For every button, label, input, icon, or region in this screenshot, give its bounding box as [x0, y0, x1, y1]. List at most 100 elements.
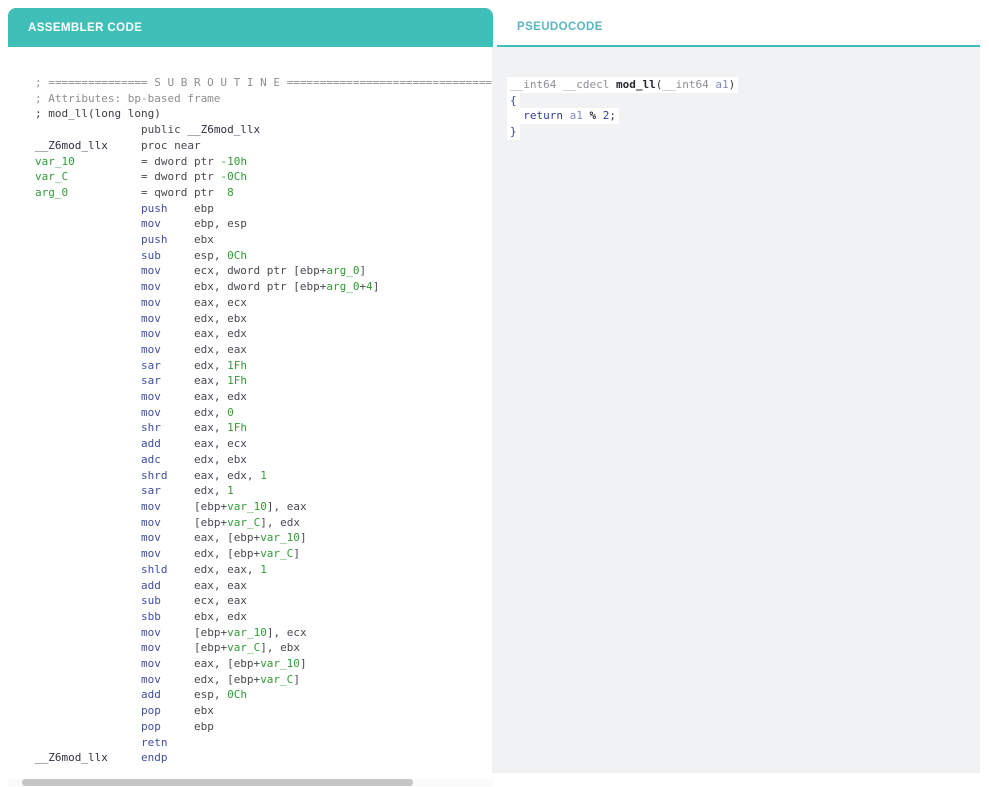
code-token: mov — [35, 327, 194, 341]
code-token: ], ecx — [266, 625, 307, 639]
code-token: edx, ebx — [193, 452, 247, 466]
highlighted-line: __int64 __cdecl mod_ll(__int64 a1) — [507, 77, 739, 93]
asm-line: mov edx, 0 — [35, 405, 493, 421]
code-token: ebx — [193, 704, 214, 718]
code-token: edx, [ebp+ — [193, 547, 261, 561]
asm-line: shrd eax, edx, 1 — [35, 468, 493, 484]
code-token: edx, [ebp+ — [193, 672, 261, 686]
code-token: endp — [107, 751, 168, 765]
code-token: ] — [299, 531, 307, 545]
asm-line: mov [ebp+var_C], ebx — [35, 640, 493, 656]
asm-line: mov edx, [ebp+var_C] — [35, 672, 493, 688]
scrollbar-thumb[interactable] — [22, 779, 413, 786]
code-token: ; =============== S U B R O U T I N E ==… — [35, 76, 493, 89]
code-token: var_10 — [227, 625, 267, 639]
code-token: edx, ebx — [193, 311, 247, 325]
pseudo-line: { — [507, 92, 980, 109]
code-token: __int64 — [662, 78, 716, 91]
code-token: var_C — [227, 515, 261, 529]
code-token: 1Fh — [227, 421, 247, 435]
asm-line: sub esp, 0Ch — [35, 248, 493, 264]
tab-pseudocode[interactable]: PSEUDOCODE — [497, 8, 980, 47]
code-token: sar — [35, 484, 194, 498]
asm-line: sar eax, 1Fh — [35, 373, 493, 389]
code-token: mod_ll — [615, 78, 656, 91]
code-token: ; Attributes: bp-based frame — [35, 91, 221, 105]
code-token: [ebp+ — [193, 499, 228, 513]
code-token: = dword ptr — [68, 170, 221, 184]
assembler-code-listing: ; =============== S U B R O U T I N E ==… — [8, 47, 493, 766]
code-token: var_10 — [227, 499, 267, 513]
code-token: mov — [35, 531, 194, 545]
pseudo-line: return a1 % 2; — [507, 108, 980, 125]
code-token: 1 — [260, 468, 267, 482]
code-token: adc — [35, 452, 194, 466]
tab-assembler-code[interactable]: ASSEMBLER CODE — [8, 8, 493, 47]
asm-line: sbb ebx, edx — [35, 609, 493, 625]
asm-line: sar edx, 1 — [35, 483, 493, 499]
code-token: proc near — [107, 138, 201, 152]
code-token: [ebp+ — [193, 625, 228, 639]
code-token: ], edx — [260, 515, 300, 529]
code-token: } — [510, 125, 517, 139]
code-token: push — [35, 201, 194, 215]
asm-line: ; =============== S U B R O U T I N E ==… — [35, 75, 493, 91]
code-token: mov — [35, 217, 194, 231]
code-token: return — [523, 109, 570, 123]
code-token: [ebp+ — [193, 641, 228, 655]
code-token: ebx, edx — [193, 609, 247, 623]
code-token: eax, [ebp+ — [193, 657, 261, 671]
asm-line: mov eax, ecx — [35, 295, 493, 311]
code-token: ecx, eax — [193, 594, 247, 608]
code-token: var_10 — [260, 657, 300, 671]
code-token: eax, — [193, 421, 228, 435]
asm-line: mov edx, eax — [35, 342, 493, 358]
asm-line: pop ebp — [35, 719, 493, 735]
asm-line: add eax, eax — [35, 578, 493, 594]
code-token: sar — [35, 358, 194, 372]
asm-line: ; mod_ll(long long) — [35, 106, 493, 122]
code-token: retn — [35, 735, 168, 749]
code-token: shld — [35, 562, 194, 576]
code-token: shrd — [35, 468, 194, 482]
highlighted-line: return a1 % 2; — [507, 108, 619, 125]
asm-line: shld edx, eax, 1 — [35, 562, 493, 578]
code-token: pop — [35, 719, 194, 733]
code-token: 8 — [227, 185, 234, 199]
asm-line: mov eax, edx — [35, 326, 493, 342]
pseudocode-listing: __int64 __cdecl mod_ll(__int64 a1){ retu… — [507, 77, 980, 140]
code-token: mov — [35, 672, 194, 686]
code-token: ] — [293, 547, 300, 561]
pseudocode-tab-label: PSEUDOCODE — [517, 20, 603, 33]
code-token: __Z6mod_llx — [35, 751, 108, 765]
code-token: eax, [ebp+ — [193, 531, 261, 545]
code-token: ; mod_ll(long long) — [35, 107, 161, 121]
code-token: mov — [35, 515, 194, 529]
code-token: edx, — [193, 358, 228, 372]
code-token: sub — [35, 248, 194, 262]
code-token: edx, eax — [193, 342, 247, 356]
code-token: __Z6mod_llx — [35, 138, 108, 152]
asm-line: sub ecx, eax — [35, 593, 493, 609]
code-token: eax, — [193, 374, 228, 388]
code-token: 1 — [227, 484, 234, 498]
code-token: mov — [35, 405, 194, 419]
code-token: add — [35, 437, 194, 451]
code-token: 0 — [227, 405, 234, 419]
code-token: mov — [35, 390, 194, 404]
asm-line: mov eax, [ebp+var_10] — [35, 530, 493, 546]
asm-line: retn — [35, 735, 493, 751]
code-token: eax, edx — [193, 327, 247, 341]
code-token: ] — [372, 280, 380, 294]
asm-line: ; Attributes: bp-based frame — [35, 91, 493, 107]
code-token: __int64 — [510, 78, 563, 91]
assembler-panel: ASSEMBLER CODE ; =============== S U B R… — [8, 8, 493, 786]
pseudocode-body: __int64 __cdecl mod_ll(__int64 a1){ retu… — [492, 47, 980, 773]
asm-line: mov eax, [ebp+var_10] — [35, 656, 493, 672]
code-token: add — [35, 578, 194, 592]
code-token: edx, eax, — [193, 562, 261, 576]
code-token: ebp — [193, 719, 214, 733]
code-token: sar — [35, 374, 194, 388]
code-token: var_C — [35, 170, 69, 184]
